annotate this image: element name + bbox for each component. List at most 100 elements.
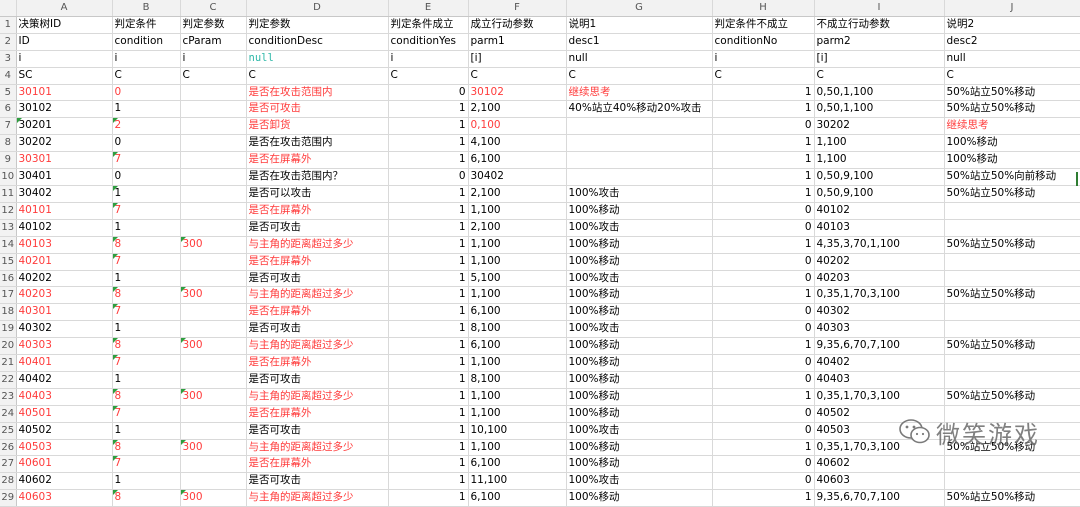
- cell-i19[interactable]: 40303: [814, 320, 945, 339]
- cell-c25[interactable]: [180, 422, 247, 440]
- cell-a16[interactable]: 40202: [16, 270, 113, 288]
- row-header[interactable]: 19: [0, 320, 17, 339]
- cell-j29[interactable]: 50%站立50%移动: [944, 489, 1080, 507]
- cell-a9[interactable]: 30301: [16, 151, 113, 170]
- cell-g10[interactable]: [566, 168, 713, 186]
- cell-f1[interactable]: 成立行动参数: [468, 16, 567, 34]
- row-header[interactable]: 23: [0, 388, 17, 406]
- column-header-f[interactable]: F: [468, 0, 567, 17]
- column-header-c[interactable]: C: [180, 0, 247, 17]
- cell-g21[interactable]: 100%移动: [566, 354, 713, 372]
- cell-g25[interactable]: 100%攻击: [566, 422, 713, 440]
- cell-a29[interactable]: 40603: [16, 489, 113, 507]
- cell-d29[interactable]: 与主角的距离超过多少: [246, 489, 389, 507]
- cell-b3[interactable]: i: [112, 50, 181, 68]
- cell-e12[interactable]: 1: [388, 202, 469, 220]
- cell-g3[interactable]: null: [566, 50, 713, 68]
- cell-e2[interactable]: conditionYes: [388, 33, 469, 51]
- cell-c12[interactable]: [180, 202, 247, 220]
- cell-i28[interactable]: 40603: [814, 472, 945, 491]
- cell-a15[interactable]: 40201: [16, 253, 113, 271]
- cell-j16[interactable]: [944, 270, 1080, 288]
- cell-e21[interactable]: 1: [388, 354, 469, 372]
- cell-e3[interactable]: i: [388, 50, 469, 68]
- cell-a28[interactable]: 40602: [16, 472, 113, 491]
- cell-d28[interactable]: 是否可攻击: [246, 472, 389, 491]
- cell-c20[interactable]: 300: [180, 337, 247, 356]
- cell-a21[interactable]: 40401: [16, 354, 113, 372]
- cell-e25[interactable]: 1: [388, 422, 469, 440]
- cell-b19[interactable]: 1: [112, 320, 181, 339]
- cell-d27[interactable]: 是否在屏幕外: [246, 455, 389, 474]
- cell-a17[interactable]: 40203: [16, 286, 113, 305]
- cell-j12[interactable]: [944, 202, 1080, 220]
- row-header[interactable]: 13: [0, 219, 17, 237]
- cell-a6[interactable]: 30102: [16, 100, 113, 119]
- cell-g15[interactable]: 100%移动: [566, 253, 713, 271]
- cell-i20[interactable]: 9,35,6,70,7,100: [814, 337, 945, 356]
- cell-e26[interactable]: 1: [388, 439, 469, 457]
- cell-d18[interactable]: 是否在屏幕外: [246, 303, 389, 322]
- cell-h26[interactable]: 1: [712, 439, 815, 457]
- cell-d14[interactable]: 与主角的距离超过多少: [246, 236, 389, 254]
- cell-h4[interactable]: C: [712, 67, 815, 85]
- cell-i15[interactable]: 40202: [814, 253, 945, 271]
- row-header[interactable]: 7: [0, 117, 17, 136]
- cell-e10[interactable]: 0: [388, 168, 469, 186]
- cell-j15[interactable]: [944, 253, 1080, 271]
- cell-h9[interactable]: 1: [712, 151, 815, 170]
- cell-b25[interactable]: 1: [112, 422, 181, 440]
- cell-i23[interactable]: 0,35,1,70,3,100: [814, 388, 945, 406]
- cell-g4[interactable]: C: [566, 67, 713, 85]
- cell-b22[interactable]: 1: [112, 371, 181, 389]
- cell-f3[interactable]: [i]: [468, 50, 567, 68]
- cell-h10[interactable]: 1: [712, 168, 815, 186]
- cell-c1[interactable]: 判定参数: [180, 16, 247, 34]
- cell-d17[interactable]: 与主角的距离超过多少: [246, 286, 389, 305]
- cell-i4[interactable]: C: [814, 67, 945, 85]
- cell-h28[interactable]: 0: [712, 472, 815, 491]
- cell-d7[interactable]: 是否卸货: [246, 117, 389, 136]
- cell-c19[interactable]: [180, 320, 247, 339]
- cell-c27[interactable]: [180, 455, 247, 474]
- cell-e27[interactable]: 1: [388, 455, 469, 474]
- cell-f29[interactable]: 6,100: [468, 489, 567, 507]
- column-header-i[interactable]: I: [814, 0, 945, 17]
- row-header[interactable]: 6: [0, 100, 17, 119]
- cell-b20[interactable]: 8: [112, 337, 181, 356]
- cell-d1[interactable]: 判定参数: [246, 16, 389, 34]
- cell-j23[interactable]: 50%站立50%移动: [944, 388, 1080, 406]
- cell-g17[interactable]: 100%移动: [566, 286, 713, 305]
- row-header[interactable]: 17: [0, 286, 17, 305]
- cell-b15[interactable]: 7: [112, 253, 181, 271]
- cell-a11[interactable]: 30402: [16, 185, 113, 203]
- cell-j2[interactable]: desc2: [944, 33, 1080, 51]
- cell-h13[interactable]: 0: [712, 219, 815, 237]
- column-header-d[interactable]: D: [246, 0, 389, 17]
- column-header-g[interactable]: G: [566, 0, 713, 17]
- cell-h7[interactable]: 0: [712, 117, 815, 136]
- cell-f2[interactable]: parm1: [468, 33, 567, 51]
- cell-a1[interactable]: 决策树ID: [16, 16, 113, 34]
- cell-a12[interactable]: 40101: [16, 202, 113, 220]
- cell-d8[interactable]: 是否在攻击范围内: [246, 134, 389, 153]
- cell-c5[interactable]: [180, 84, 247, 102]
- cell-j7[interactable]: 继续思考: [944, 117, 1080, 136]
- cell-a13[interactable]: 40102: [16, 219, 113, 237]
- cell-b29[interactable]: 8: [112, 489, 181, 507]
- cell-b6[interactable]: 1: [112, 100, 181, 119]
- cell-e15[interactable]: 1: [388, 253, 469, 271]
- cell-f6[interactable]: 2,100: [468, 100, 567, 119]
- cell-h8[interactable]: 1: [712, 134, 815, 153]
- cell-c21[interactable]: [180, 354, 247, 372]
- row-header[interactable]: 28: [0, 472, 17, 491]
- cell-a5[interactable]: 30101: [16, 84, 113, 102]
- cell-i14[interactable]: 4,35,3,70,1,100: [814, 236, 945, 254]
- cell-d11[interactable]: 是否可以攻击: [246, 185, 389, 203]
- row-header[interactable]: 15: [0, 253, 17, 271]
- cell-b18[interactable]: 7: [112, 303, 181, 322]
- cell-d15[interactable]: 是否在屏幕外: [246, 253, 389, 271]
- cell-i9[interactable]: 1,100: [814, 151, 945, 170]
- cell-c18[interactable]: [180, 303, 247, 322]
- cell-d2[interactable]: conditionDesc: [246, 33, 389, 51]
